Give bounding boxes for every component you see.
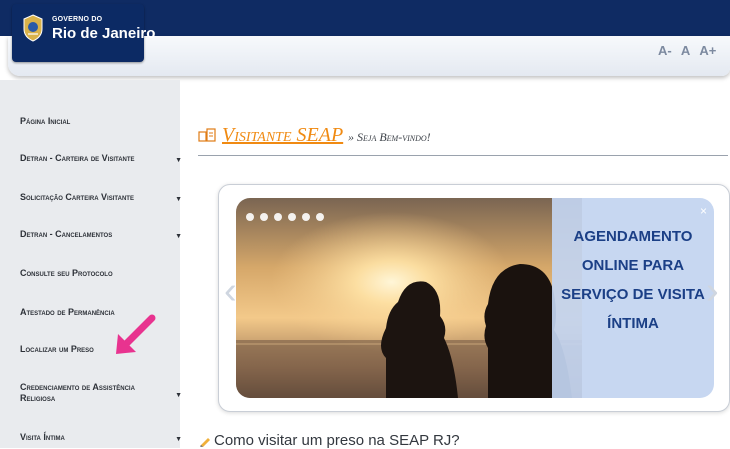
coat-of-arms-icon [23, 14, 43, 42]
font-size-tools: A- A A+ [658, 43, 730, 59]
page-title-row: Visitante SEAP » Seja Bem-vindo! [198, 124, 718, 150]
font-reset-button[interactable]: A [681, 43, 690, 58]
sidebar-item-label: Visita Íntima [20, 432, 65, 442]
slide-caption-line: AGENDAMENTO [573, 228, 693, 245]
slide-dot[interactable] [274, 213, 282, 221]
pencil-icon [200, 438, 210, 447]
slide-caption-line: ONLINE PARA [581, 257, 685, 274]
slide-indicators [246, 208, 330, 221]
slide-dot[interactable] [260, 213, 268, 221]
sidebar-item-visita-intima[interactable]: Visita Íntima ▼ [20, 432, 182, 443]
logo-big-text: Rio de Janeiro [52, 25, 156, 42]
slide-caption: AGENDAMENTO ONLINE PARA SERVIÇO DE VISIT… [552, 222, 714, 338]
page-subtitle: » Seja Bem-vindo! [348, 130, 431, 144]
slide-dot[interactable] [288, 213, 296, 221]
sidebar-item-pagina-inicial[interactable]: Página Inicial [20, 116, 180, 127]
sidebar-item-label: Detran - Cancelamentos [20, 229, 113, 239]
slide-dot[interactable] [302, 213, 310, 221]
slider-next-button[interactable]: › [706, 272, 719, 310]
page-title: Visitante SEAP [222, 124, 344, 146]
chevron-down-icon: ▼ [175, 392, 182, 399]
slide-dot[interactable] [246, 213, 254, 221]
sidebar-item-protocolo[interactable]: Consulte seu Protocolo [20, 268, 180, 279]
how-to-visit-link[interactable]: Como visitar um preso na SEAP RJ? [214, 432, 460, 449]
sidebar-item-label: Consulte seu Protocolo [20, 268, 113, 278]
chevron-down-icon: ▼ [175, 436, 182, 443]
slider-close-button[interactable]: × [700, 204, 707, 218]
sidebar-item-solicitacao[interactable]: Solicitação Carteira Visitante ▼ [20, 192, 182, 203]
font-increase-button[interactable]: A+ [699, 43, 716, 58]
slider-prev-button[interactable]: ‹ [224, 272, 237, 310]
title-divider [198, 155, 728, 156]
sidebar-item-label: Solicitação Carteira Visitante [20, 192, 134, 202]
chevron-down-icon: ▼ [175, 157, 182, 164]
sunset-couple-illustration [236, 198, 582, 398]
sidebar-item-detran-carteira[interactable]: Detran - Carteira de Visitante ▼ [20, 153, 182, 164]
site-header: GOVERNO DO Rio de Janeiro A- A A+ [0, 0, 730, 80]
sidebar-item-label: Página Inicial [20, 116, 71, 126]
slide-caption-line: SERVIÇO DE VISITA [561, 286, 705, 303]
slide-image[interactable] [236, 198, 582, 398]
sidebar-item-label: Atestado de Permanência [20, 307, 115, 317]
chevron-down-icon: ▼ [175, 233, 182, 240]
slide-dot[interactable] [316, 213, 324, 221]
government-logo[interactable]: GOVERNO DO Rio de Janeiro [12, 4, 155, 62]
sidebar-item-cancelamentos[interactable]: Detran - Cancelamentos ▼ [20, 229, 182, 240]
slide-caption-line: ÍNTIMA [607, 315, 659, 332]
sidebar-item-label: Localizar um Preso [20, 344, 94, 354]
sidebar-item-label: Credenciamento de Assistência Religiosa [20, 382, 135, 403]
annotation-arrow-icon [116, 314, 156, 354]
sidebar-item-label: Detran - Carteira de Visitante [20, 153, 135, 163]
sidebar-item-credenciamento[interactable]: Credenciamento de Assistência Religiosa … [20, 382, 182, 404]
pages-icon [198, 128, 216, 142]
font-decrease-button[interactable]: A- [658, 43, 672, 58]
chevron-down-icon: ▼ [175, 196, 182, 203]
logo-small-text: GOVERNO DO [52, 16, 103, 23]
